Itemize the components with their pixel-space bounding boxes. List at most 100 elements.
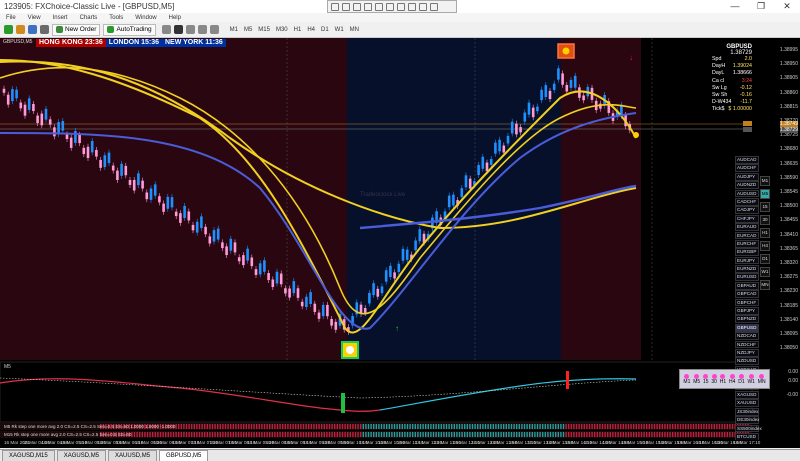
- symbol-button[interactable]: GBPUSD: [735, 323, 759, 332]
- menu-help[interactable]: Help: [169, 15, 181, 21]
- new-order-button[interactable]: New Order: [52, 23, 101, 36]
- candle-chart-icon[interactable]: [173, 25, 183, 34]
- price-tick: 1.38185: [779, 302, 798, 309]
- vertical-line-icon[interactable]: [353, 2, 361, 11]
- timeframe-button[interactable]: M5: [760, 189, 770, 199]
- symbol-button[interactable]: EURJPY: [735, 256, 759, 265]
- tf-d1[interactable]: D1: [318, 27, 332, 33]
- price-tick: 1.38815: [779, 103, 798, 110]
- symbol-button[interactable]: NZDUSD: [735, 357, 759, 366]
- fibonacci-icon[interactable]: [397, 2, 405, 11]
- symbol-button[interactable]: JS30index: [735, 407, 759, 416]
- symbol-button[interactable]: SS500index: [735, 424, 762, 433]
- strip-bar: [282, 424, 284, 429]
- menu-file[interactable]: File: [6, 15, 16, 21]
- symbol-button[interactable]: NZDCAD: [735, 332, 759, 340]
- bar-chart-icon[interactable]: [161, 25, 171, 34]
- tf-h1[interactable]: H1: [291, 27, 305, 33]
- restore-button[interactable]: ❐: [748, 0, 774, 13]
- navigator-icon[interactable]: [40, 25, 49, 34]
- tf-m30[interactable]: M30: [273, 27, 291, 33]
- timeframe-button[interactable]: 15: [760, 202, 770, 212]
- price-tick: 1.38725: [779, 132, 798, 139]
- timeframe-button[interactable]: 30: [760, 215, 770, 225]
- timeframe-button[interactable]: MN: [760, 280, 770, 290]
- symbol-button[interactable]: AUDCAD: [735, 156, 759, 164]
- menu-view[interactable]: View: [28, 15, 41, 21]
- timeframe-button[interactable]: D1: [760, 254, 770, 264]
- label-icon[interactable]: [419, 2, 427, 11]
- strip-bar: [274, 424, 276, 429]
- symbol-button[interactable]: XAGUSD: [735, 390, 759, 399]
- tf-m15[interactable]: M15: [255, 27, 273, 33]
- tf-m1[interactable]: M1: [227, 27, 241, 33]
- strip-bar: [204, 424, 206, 429]
- strip-bar: [193, 432, 195, 437]
- strip-bar: [646, 432, 648, 437]
- symbol-button[interactable]: NZDCHF: [735, 340, 759, 349]
- strip-bar: [349, 432, 351, 437]
- cursor-icon[interactable]: [331, 2, 339, 11]
- horizontal-line-icon[interactable]: [364, 2, 372, 11]
- chart-tab[interactable]: XAGUSD,M5: [56, 450, 107, 461]
- symbol-button[interactable]: AUDJPY: [735, 172, 759, 181]
- strip-bar: [406, 424, 409, 429]
- symbol-button[interactable]: GBPJPY: [735, 307, 759, 315]
- symbol-button[interactable]: GBPCHF: [735, 298, 759, 307]
- arrow-icon[interactable]: [430, 2, 438, 11]
- symbol-button[interactable]: EURUSD: [735, 273, 759, 282]
- menu-insert[interactable]: Insert: [53, 15, 68, 21]
- symbol-button[interactable]: GBPAUD: [735, 281, 759, 290]
- symbol-button[interactable]: AUDCHF: [735, 164, 759, 173]
- symbol-button[interactable]: AUDUSD: [735, 189, 759, 198]
- menu-tools[interactable]: Tools: [109, 15, 123, 21]
- main-toolbar: New Order AutoTrading M1 M5 M15 M30 H1 H…: [0, 22, 800, 38]
- strip-bar: [635, 432, 637, 437]
- timeframe-button[interactable]: W1: [760, 267, 770, 277]
- crosshair-icon[interactable]: [342, 2, 350, 11]
- symbol-button[interactable]: CADJPY: [735, 206, 759, 215]
- chart-tab[interactable]: XAGUSD,M15: [2, 450, 55, 461]
- line-chart-icon[interactable]: [185, 25, 195, 34]
- strip-bar: [287, 432, 289, 437]
- symbol-button[interactable]: XAUUSD: [735, 399, 759, 408]
- symbol-button[interactable]: CADCHF: [735, 197, 759, 206]
- chart-tab[interactable]: GBPUSD,M5: [159, 450, 209, 461]
- tf-w1[interactable]: W1: [332, 27, 347, 33]
- symbol-button[interactable]: EURNZD: [735, 265, 759, 273]
- trendline-icon[interactable]: [375, 2, 383, 11]
- symbol-button[interactable]: NZDJPY: [735, 348, 759, 357]
- symbol-button[interactable]: GBPCAD: [735, 290, 759, 299]
- channel-icon[interactable]: [386, 2, 394, 11]
- autotrading-button[interactable]: AutoTrading: [103, 23, 156, 36]
- new-chart-icon[interactable]: [4, 25, 13, 34]
- minimize-button[interactable]: —: [722, 0, 748, 13]
- zoom-in-icon[interactable]: [197, 25, 207, 34]
- strip-bar: [406, 432, 409, 437]
- text-icon[interactable]: [408, 2, 416, 11]
- chart-tab[interactable]: XAUUSD,M5: [108, 450, 158, 461]
- symbol-button[interactable]: GBPNZD: [735, 315, 759, 324]
- close-button[interactable]: ✕: [774, 0, 800, 13]
- tf-m5[interactable]: M5: [241, 27, 255, 33]
- symbol-button[interactable]: EURCHF: [735, 239, 759, 248]
- symbol-button[interactable]: EURAUD: [735, 223, 759, 231]
- symbol-button[interactable]: DE30index: [735, 416, 759, 424]
- zoom-out-icon[interactable]: [209, 25, 219, 34]
- strip-bar: [448, 432, 450, 437]
- timeframe-button[interactable]: H4: [760, 241, 770, 251]
- timeframe-button[interactable]: M1: [760, 176, 770, 186]
- market-watch-icon[interactable]: [28, 25, 37, 34]
- timeframe-button[interactable]: H1: [760, 228, 770, 238]
- symbol-button[interactable]: AUDNZD: [735, 181, 759, 189]
- menu-window[interactable]: Window: [135, 15, 156, 21]
- symbol-button[interactable]: EURGBP: [735, 248, 759, 257]
- strip-bar: [180, 432, 182, 437]
- symbol-button[interactable]: EURCAD: [735, 231, 759, 240]
- symbol-button[interactable]: CHFJPY: [735, 214, 759, 223]
- tf-h4[interactable]: H4: [304, 27, 318, 33]
- menu-charts[interactable]: Charts: [80, 15, 98, 21]
- time-axis[interactable]: 16 Mar 2021 16 Mar 04:30 16 Mar 04:50 16 Ma…: [0, 440, 800, 448]
- profiles-icon[interactable]: [16, 25, 25, 34]
- tf-mn[interactable]: MN: [347, 27, 362, 33]
